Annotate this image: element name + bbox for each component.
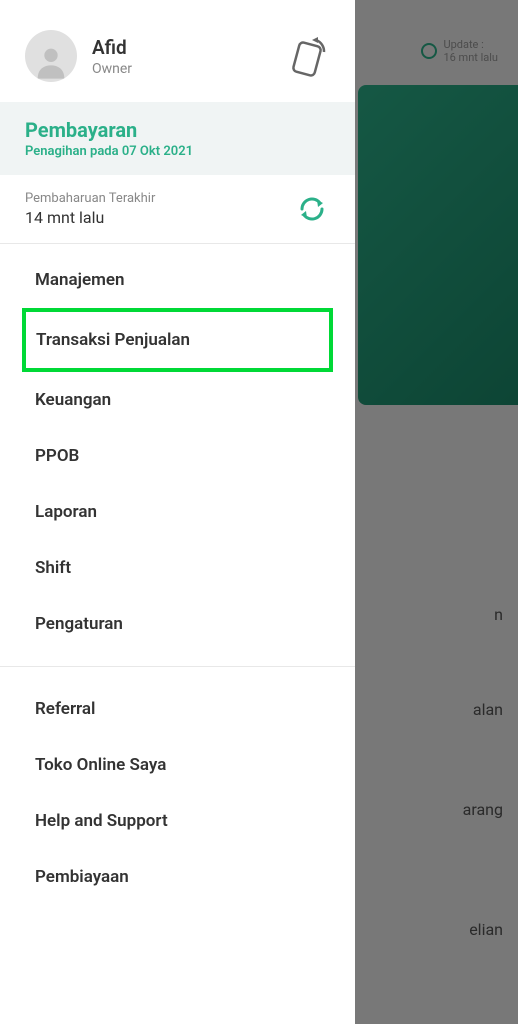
profile-section[interactable]: Afid Owner bbox=[0, 0, 355, 102]
profile-name: Afid bbox=[92, 36, 267, 59]
menu-item-toko-online[interactable]: Toko Online Saya bbox=[0, 737, 355, 793]
menu-item-referral[interactable]: Referral bbox=[0, 681, 355, 737]
avatar bbox=[25, 30, 77, 82]
menu-item-pengaturan[interactable]: Pengaturan bbox=[0, 596, 355, 652]
update-info: Pembaharuan Terakhir 14 mnt lalu bbox=[25, 191, 294, 227]
payment-title: Pembayaran bbox=[25, 118, 330, 142]
rotate-device-icon[interactable] bbox=[282, 32, 330, 80]
menu-item-shift[interactable]: Shift bbox=[0, 540, 355, 596]
profile-info: Afid Owner bbox=[92, 36, 267, 77]
profile-role: Owner bbox=[92, 61, 267, 77]
update-section: Pembaharuan Terakhir 14 mnt lalu bbox=[0, 175, 355, 244]
person-icon bbox=[31, 42, 71, 82]
menu-item-transaksi-penjualan[interactable]: Transaksi Penjualan bbox=[22, 308, 333, 372]
menu-item-keuangan[interactable]: Keuangan bbox=[0, 372, 355, 428]
update-time: 14 mnt lalu bbox=[25, 208, 294, 227]
navigation-drawer: Afid Owner Pembayaran Penagihan pada 07 … bbox=[0, 0, 355, 1024]
menu-item-ppob[interactable]: PPOB bbox=[0, 428, 355, 484]
menu-divider bbox=[0, 666, 355, 667]
menu-item-help-support[interactable]: Help and Support bbox=[0, 793, 355, 849]
update-label: Pembaharuan Terakhir bbox=[25, 191, 294, 206]
menu-group-2: Referral Toko Online Saya Help and Suppo… bbox=[0, 673, 355, 913]
menu-item-laporan[interactable]: Laporan bbox=[0, 484, 355, 540]
menu-item-manajemen[interactable]: Manajemen bbox=[0, 252, 355, 308]
refresh-icon[interactable] bbox=[294, 191, 330, 227]
payment-section[interactable]: Pembayaran Penagihan pada 07 Okt 2021 bbox=[0, 102, 355, 175]
payment-subtitle: Penagihan pada 07 Okt 2021 bbox=[25, 144, 330, 159]
menu-item-pembiayaan[interactable]: Pembiayaan bbox=[0, 849, 355, 905]
menu-group-1: Manajemen Transaksi Penjualan Keuangan P… bbox=[0, 244, 355, 660]
